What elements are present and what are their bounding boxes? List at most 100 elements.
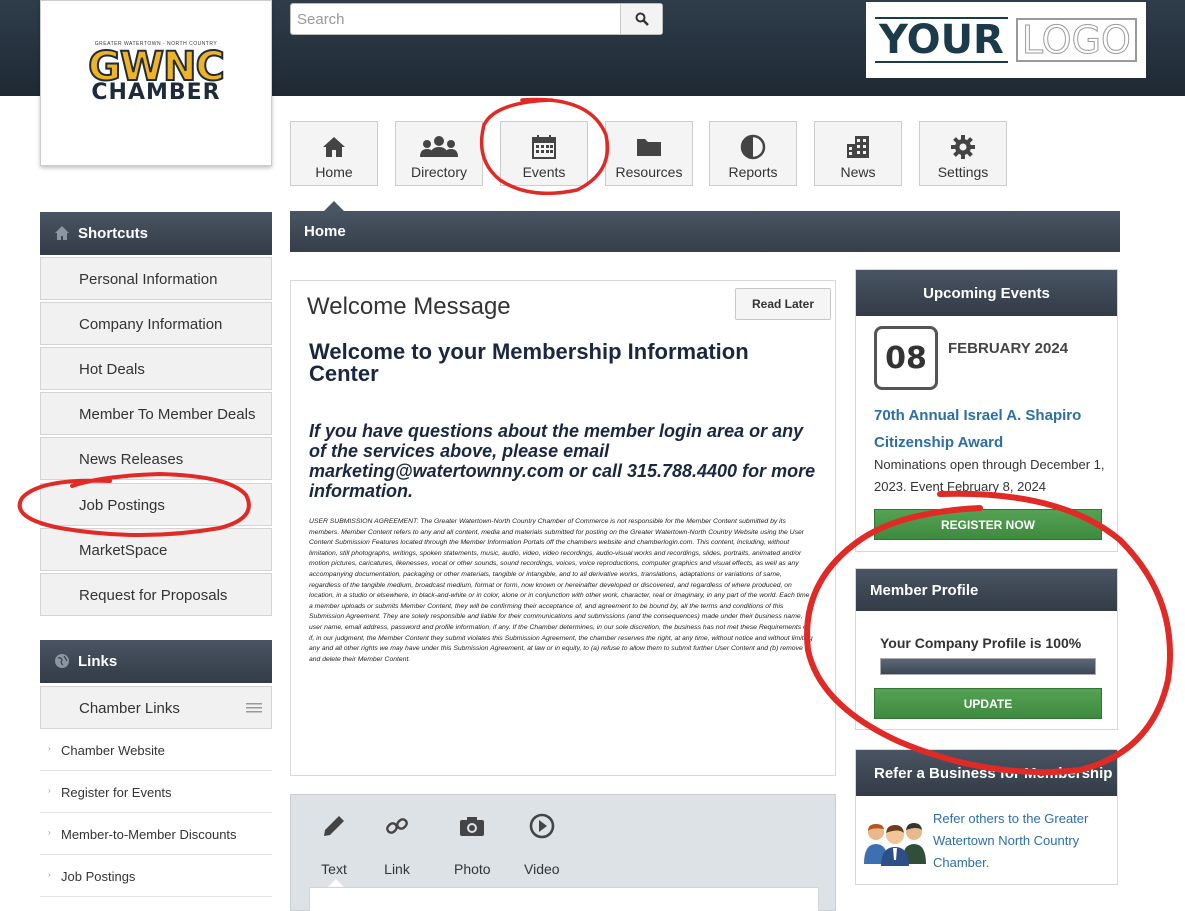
link-job-postings[interactable]: › Job Postings	[40, 855, 272, 897]
post-tool-label: Photo	[454, 861, 491, 877]
post-photo-tool[interactable]: Photo	[454, 811, 491, 877]
refer-business-link[interactable]: Refer others to the Greater Watertown No…	[933, 808, 1113, 874]
breadcrumb-current: Home	[304, 223, 346, 240]
nav-directory[interactable]: Directory	[395, 121, 483, 186]
shortcuts-header: Shortcuts	[40, 212, 272, 255]
pie-chart-icon	[740, 134, 766, 160]
event-month: FEBRUARY 2024	[948, 340, 1069, 357]
nav-resources-label: Resources	[615, 164, 683, 180]
event-day: 08	[874, 326, 938, 390]
refer-business-card: Refer a Business for Membership Refer ot…	[855, 749, 1118, 885]
welcome-panel: Welcome Message Read Later Welcome to yo…	[290, 280, 836, 776]
breadcrumb: Home	[290, 201, 1120, 252]
link-label: Member-to-Member Discounts	[61, 827, 237, 842]
link-label: Register for Events	[61, 785, 172, 800]
camera-icon	[460, 817, 485, 836]
update-profile-button[interactable]: UPDATE	[874, 688, 1102, 719]
nav-home[interactable]: Home	[290, 121, 378, 186]
upcoming-events-title: Upcoming Events	[923, 285, 1050, 302]
chamber-links-toggle[interactable]: Chamber Links	[40, 686, 272, 729]
link-member-to-member-discounts[interactable]: › Member-to-Member Discounts	[40, 813, 272, 855]
nav-reports[interactable]: Reports	[709, 121, 797, 186]
pencil-icon	[324, 816, 344, 836]
gear-icon	[951, 135, 975, 159]
globe-icon	[55, 654, 69, 668]
welcome-title: Welcome Message	[307, 293, 511, 320]
logo-sub-text: CHAMBER	[91, 80, 221, 105]
post-link-tool[interactable]: Link	[384, 811, 410, 877]
refer-business-header: Refer a Business for Membership	[856, 750, 1117, 796]
event-description: Nominations open through December 1, 202…	[874, 457, 1105, 494]
shortcut-request-for-proposals[interactable]: Request for Proposals	[40, 573, 272, 616]
nav-events[interactable]: Events	[500, 121, 588, 186]
member-profile-title: Member Profile	[870, 582, 979, 599]
link-label: Job Postings	[61, 869, 136, 884]
menu-icon	[246, 703, 262, 713]
post-input[interactable]	[309, 887, 819, 911]
play-icon	[529, 813, 555, 839]
calendar-icon	[532, 135, 556, 159]
shortcut-job-postings[interactable]: Job Postings	[40, 483, 272, 526]
event-title-link[interactable]: 70th Annual Israel A. Shapiro Citizenshi…	[874, 402, 1114, 456]
member-profile-card: Member Profile Your Company Profile is 1…	[855, 568, 1118, 730]
search-bar	[290, 3, 663, 35]
upcoming-events-card: Upcoming Events 08 FEBRUARY 2024 70th An…	[855, 269, 1118, 552]
post-composer: Text Link Photo Video	[290, 794, 836, 911]
nav-settings[interactable]: Settings	[919, 121, 1007, 186]
post-video-tool[interactable]: Video	[524, 811, 560, 877]
brand-logo-word2: LOGO	[1015, 18, 1137, 62]
folder-icon	[637, 139, 661, 156]
nav-resources[interactable]: Resources	[605, 121, 693, 186]
post-tool-label: Video	[524, 861, 560, 877]
links-header: Links	[40, 640, 272, 683]
refer-business-title: Refer a Business for Membership	[874, 765, 1113, 782]
shortcut-company-information[interactable]: Company Information	[40, 302, 272, 345]
shortcut-label: Hot Deals	[79, 361, 145, 378]
profile-progress-fill	[881, 659, 1095, 674]
people-group-icon	[864, 823, 926, 866]
nav-directory-label: Directory	[410, 164, 467, 180]
read-later-button[interactable]: Read Later	[735, 288, 831, 320]
nav-settings-label: Settings	[937, 164, 989, 180]
welcome-heading: Welcome to your Membership Information C…	[309, 339, 749, 386]
upcoming-events-header: Upcoming Events	[856, 270, 1117, 316]
profile-progress-bar	[880, 658, 1096, 675]
links-group-label: Chamber Links	[79, 700, 180, 717]
shortcut-news-releases[interactable]: News Releases	[40, 437, 272, 480]
welcome-subheading: If you have questions about the member l…	[309, 421, 816, 501]
people-icon	[420, 136, 458, 157]
shortcut-label: Member To Member Deals	[79, 406, 256, 423]
shortcut-label: News Releases	[79, 451, 184, 468]
chamber-logo[interactable]: GREATER WATERTOWN - NORTH COUNTRY GWNC C…	[40, 0, 272, 166]
shortcut-label: MarketSpace	[79, 542, 168, 559]
link-register-for-events[interactable]: › Register for Events	[40, 771, 272, 813]
nav-news[interactable]: News	[814, 121, 902, 186]
search-button[interactable]	[620, 4, 662, 34]
home-icon	[323, 137, 345, 157]
shortcuts-title: Shortcuts	[78, 225, 149, 242]
nav-reports-label: Reports	[728, 164, 778, 180]
register-now-button[interactable]: REGISTER NOW	[874, 509, 1102, 540]
post-tool-label: Text	[321, 861, 347, 877]
search-icon	[635, 12, 649, 26]
profile-status: Your Company Profile is 100%	[880, 635, 1082, 651]
nav-news-label: News	[840, 164, 876, 180]
shortcut-personal-information[interactable]: Personal Information	[40, 257, 272, 300]
shortcut-member-to-member-deals[interactable]: Member To Member Deals	[40, 392, 272, 435]
shortcut-label: Request for Proposals	[79, 587, 228, 604]
shortcut-label: Job Postings	[79, 497, 165, 514]
link-label: Chamber Website	[61, 743, 165, 758]
nav-home-label: Home	[315, 164, 353, 180]
shortcut-label: Personal Information	[79, 271, 218, 288]
shortcut-marketspace[interactable]: MarketSpace	[40, 528, 272, 571]
search-input[interactable]	[291, 4, 621, 34]
post-text-tool[interactable]: Text	[321, 811, 347, 877]
link-icon	[386, 818, 408, 834]
link-chamber-website[interactable]: › Chamber Website	[40, 729, 272, 771]
home-icon	[55, 226, 69, 240]
building-icon	[847, 136, 869, 158]
post-tool-label: Link	[384, 861, 410, 877]
shortcut-hot-deals[interactable]: Hot Deals	[40, 347, 272, 390]
brand-logo-word1: YOUR	[875, 17, 1008, 63]
shortcut-label: Company Information	[79, 316, 223, 333]
